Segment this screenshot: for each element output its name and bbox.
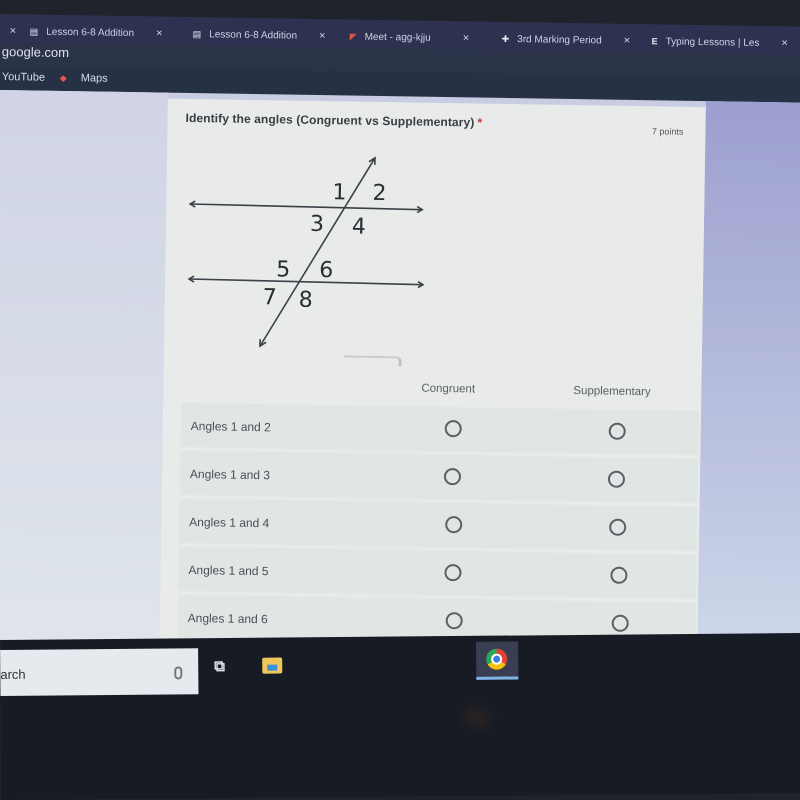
page-background-left [0,90,168,653]
parallel-line-bottom [189,278,424,286]
tab-close-partial[interactable]: × [0,20,17,42]
microphone-icon[interactable] [174,666,183,680]
grid-row: Angles 1 and 5 [178,546,697,599]
bookmark-maps[interactable]: ◆ Maps [59,72,108,85]
question-text: Identify the angles (Congruent vs Supple… [185,110,475,130]
angle-label-8: 8 [299,288,313,313]
windows-taskbar: arch ⧉ [0,632,800,800]
meet-icon: ◤ [349,30,357,42]
page-viewport: Identify the angles (Congruent vs Supple… [0,90,800,668]
tab-marking-period[interactable]: ✚ 3rd Marking Period × [501,28,631,52]
close-icon[interactable]: × [624,35,631,47]
radio-supplementary[interactable] [609,518,627,536]
transversal-line [259,157,376,347]
tab-label: Meet - agg-kjju [364,31,431,44]
radio-supplementary[interactable] [611,614,629,632]
tab-label: Typing Lessons | Les [665,35,760,49]
close-icon[interactable]: × [463,32,470,44]
angle-label-6: 6 [319,258,333,283]
bookmark-youtube[interactable]: YouTube [2,71,45,84]
angle-label-3: 3 [310,212,324,237]
close-icon[interactable]: × [781,37,788,49]
page-background-right [697,101,800,663]
close-icon[interactable]: × [10,25,17,37]
angle-label-4: 4 [352,215,366,240]
column-header-supplementary: Supplementary [573,385,651,399]
chrome-icon [486,648,508,670]
tab-label: 3rd Marking Period [517,33,602,46]
radio-congruent[interactable] [445,612,463,630]
radio-supplementary[interactable] [608,422,626,440]
taskbar-search-box[interactable]: arch [0,648,199,696]
question-card: Identify the angles (Congruent vs Supple… [159,98,706,668]
grid-row: Angles 1 and 3 [179,450,699,504]
close-icon[interactable]: × [156,27,163,39]
radio-supplementary[interactable] [607,470,626,488]
tab-meet[interactable]: ◤ Meet - agg-kjju × [350,25,470,49]
parallel-line-top [190,203,423,211]
bookmark-label: YouTube [1,71,46,84]
task-view-icon[interactable]: ⧉ [214,658,225,675]
tab-lesson-2[interactable]: ▤ Lesson 6-8 Addition × [193,23,326,47]
radio-congruent[interactable] [443,468,462,486]
column-header-congruent: Congruent [421,382,476,396]
url-text[interactable]: google.com [2,44,69,60]
tab-typing-lessons[interactable]: E Typing Lessons | Les × [651,30,788,54]
tab-label: Lesson 6-8 Addition [209,28,298,42]
search-placeholder: arch [0,666,26,682]
grid-row: Angles 1 and 4 [178,498,698,552]
question-title: Identify the angles (Congruent vs Supple… [185,111,482,130]
e-icon: E [651,36,658,47]
row-label: Angles 1 and 5 [188,563,269,579]
webcam-glow [455,700,499,736]
angle-label-5: 5 [276,257,290,282]
radio-congruent[interactable] [444,420,462,438]
bookmark-label: Maps [80,72,108,85]
chrome-taskbar-button[interactable] [476,641,519,680]
pin-icon: ✚ [501,33,510,44]
screen-smudge [343,355,402,367]
screen: × ▤ Lesson 6-8 Addition × ▤ Lesson 6-8 A… [0,0,800,800]
file-explorer-icon[interactable] [262,657,283,674]
tab-label: Lesson 6-8 Addition [46,26,135,39]
parallel-lines-diagram: 1 2 3 4 5 6 7 8 [187,156,425,348]
close-icon[interactable]: × [319,30,326,42]
sheet-icon: ▤ [29,25,39,37]
row-label: Angles 1 and 3 [189,467,271,483]
maps-icon: ◆ [59,72,67,83]
row-label: Angles 1 and 2 [190,419,271,435]
grid-row: Angles 1 and 2 [180,402,700,456]
radio-supplementary[interactable] [610,566,628,584]
tab-lesson-1[interactable]: ▤ Lesson 6-8 Addition × [30,20,163,44]
angle-label-2: 2 [372,181,386,206]
angle-label-7: 7 [263,285,277,310]
radio-congruent[interactable] [445,516,463,534]
sheet-icon: ▤ [192,28,202,39]
required-mark: * [477,115,483,130]
points-label: 7 points [651,126,684,137]
row-label: Angles 1 and 4 [189,515,270,531]
radio-congruent[interactable] [444,564,462,582]
row-label: Angles 1 and 6 [187,611,268,627]
angle-label-1: 1 [332,180,346,205]
